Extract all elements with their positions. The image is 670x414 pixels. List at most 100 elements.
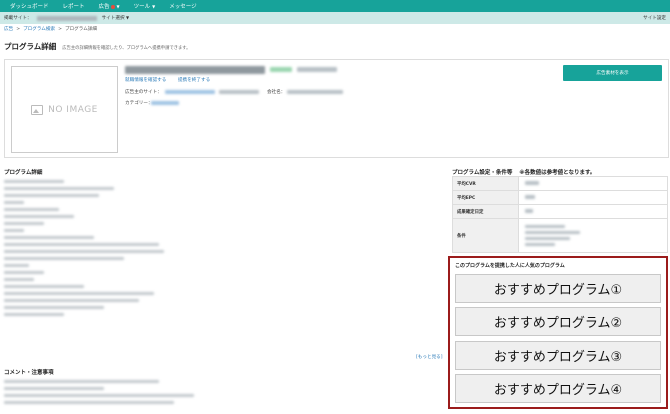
- cond-key: 平均CVR: [452, 176, 519, 191]
- breadcrumb-search[interactable]: プログラム検索: [23, 26, 55, 32]
- cond-value: [518, 176, 668, 191]
- image-placeholder-icon: [31, 104, 44, 115]
- program-name-redacted: [125, 66, 265, 74]
- nav-report[interactable]: レポート: [63, 2, 85, 10]
- text-line: [4, 236, 94, 239]
- breadcrumb-separator-icon: >: [58, 26, 62, 32]
- company-name-redacted: [287, 90, 343, 94]
- text-line: [4, 313, 64, 316]
- chevron-down-icon: ▼: [152, 4, 156, 9]
- value-redacted: [525, 231, 580, 234]
- advertiser-site-label: 広告主のサイト：: [125, 90, 162, 95]
- text-line: [4, 299, 139, 302]
- recommended-program-button-2[interactable]: おすすめプログラム②: [455, 307, 661, 336]
- text-line: [4, 278, 34, 281]
- advertiser-site-extra-redacted: [219, 90, 259, 94]
- table-row: 平均CVR: [452, 176, 668, 191]
- recommended-heading: このプログラムを提携した人に人気のプログラム: [455, 263, 565, 269]
- category-label: カテゴリー：: [125, 101, 153, 106]
- cond-value: [518, 204, 668, 219]
- no-image-text: NO IMAGE: [48, 104, 98, 115]
- program-detail-heading: プログラム詳細: [4, 170, 43, 176]
- text-line: [4, 229, 24, 232]
- check-info-link[interactable]: 就職情報を確認する: [125, 77, 166, 83]
- text-line: [4, 215, 74, 218]
- value-redacted: [525, 194, 535, 199]
- recommended-program-button-4[interactable]: おすすめプログラム④: [455, 374, 661, 403]
- text-line: [4, 243, 159, 246]
- company-label: 会社名：: [267, 90, 286, 95]
- table-row: 条件: [452, 218, 668, 253]
- value-redacted: [525, 225, 565, 228]
- site-label: 掲載サイト：: [4, 16, 32, 21]
- text-line: [4, 306, 104, 309]
- cond-value: [518, 218, 668, 253]
- recommended-program-button-1[interactable]: おすすめプログラム①: [455, 274, 661, 303]
- nav-ads-label: 広告: [98, 4, 110, 10]
- cond-value: [518, 190, 668, 205]
- nav-tools-label: ツール: [133, 4, 151, 10]
- value-redacted: [525, 180, 539, 185]
- view-ad-materials-button[interactable]: 広告素材を表示: [563, 65, 662, 81]
- text-line: [4, 292, 154, 295]
- text-line: [4, 401, 174, 404]
- nav-ads[interactable]: 広告 ▼: [99, 2, 120, 10]
- recommended-program-button-3[interactable]: おすすめプログラム③: [455, 341, 661, 370]
- text-line: [4, 264, 29, 267]
- value-redacted: [525, 237, 570, 240]
- site-settings-link[interactable]: サイト設定: [643, 15, 666, 21]
- show-more-link[interactable]: [もっと見る]: [416, 354, 443, 360]
- site-select[interactable]: サイト選択 ▼: [102, 15, 130, 21]
- site-select-label: サイト選択: [101, 16, 125, 21]
- comment-heading: コメント・注意事項: [4, 370, 54, 376]
- text-line: [4, 208, 59, 211]
- cond-key: 条件: [452, 218, 519, 253]
- chevron-down-icon: ▼: [116, 4, 120, 9]
- page-title: プログラム詳細: [4, 42, 57, 51]
- cond-key: 成果確定日定: [452, 204, 519, 219]
- nav-dashboard[interactable]: ダッシュボード: [10, 2, 49, 10]
- cond-key: 平均EPC: [452, 190, 519, 205]
- text-line: [4, 285, 84, 288]
- table-row: 平均EPC: [452, 190, 668, 205]
- nav-tools[interactable]: ツール ▼: [134, 2, 156, 10]
- text-line: [4, 380, 159, 383]
- value-redacted: [525, 208, 533, 213]
- program-tag-redacted: [270, 67, 292, 72]
- text-line: [4, 271, 44, 274]
- advertiser-site-redacted[interactable]: [165, 90, 215, 94]
- conditions-table: 平均CVR 平均EPC 成果確定日定 条件: [452, 176, 668, 253]
- site-name-redacted: [36, 15, 97, 21]
- comment-text-redacted: [4, 380, 204, 408]
- breadcrumb-separator-icon: >: [16, 26, 21, 32]
- top-nav: ダッシュボード レポート 広告 ▼ ツール ▼ メッセージ: [0, 0, 670, 12]
- category-redacted[interactable]: [151, 101, 179, 105]
- table-row: 成果確定日定: [452, 204, 668, 219]
- text-line: [4, 180, 64, 183]
- page-header: プログラム詳細 広告主の詳細情報を確認したり、プログラムへ提携申請できます。: [4, 41, 190, 52]
- text-line: [4, 250, 164, 253]
- chevron-down-icon: ▼: [126, 15, 130, 20]
- program-image: NO IMAGE: [11, 66, 118, 153]
- text-line: [4, 387, 104, 390]
- text-line: [4, 201, 24, 204]
- program-detail-text-redacted: [4, 180, 174, 320]
- page-description: 広告主の詳細情報を確認したり、プログラムへ提携申請できます。: [62, 46, 191, 51]
- text-line: [4, 187, 114, 190]
- nav-message[interactable]: メッセージ: [169, 2, 196, 10]
- program-card: NO IMAGE 就職情報を確認する 提携を終了する 広告主のサイト： 会社名：…: [4, 59, 669, 158]
- conditions-heading: プログラム設定・条件等 ※各数値は参考値となります。: [452, 168, 595, 176]
- text-line: [4, 194, 99, 197]
- value-redacted: [525, 243, 555, 246]
- recommended-programs-panel: このプログラムを提携した人に人気のプログラム おすすめプログラム① おすすめプロ…: [448, 256, 668, 409]
- notification-dot-icon: [110, 4, 115, 9]
- text-line: [4, 222, 44, 225]
- breadcrumb: 広告 > プログラム検索 > プログラム詳細: [0, 24, 670, 34]
- breadcrumb-ads[interactable]: 広告: [4, 26, 13, 32]
- text-line: [4, 394, 194, 397]
- site-bar: 掲載サイト： サイト選択 ▼ サイト設定: [0, 12, 670, 24]
- breadcrumb-current: プログラム詳細: [64, 27, 97, 32]
- text-line: [4, 257, 124, 260]
- end-partnership-link[interactable]: 提携を終了する: [178, 77, 210, 83]
- program-sub-redacted: [297, 67, 337, 72]
